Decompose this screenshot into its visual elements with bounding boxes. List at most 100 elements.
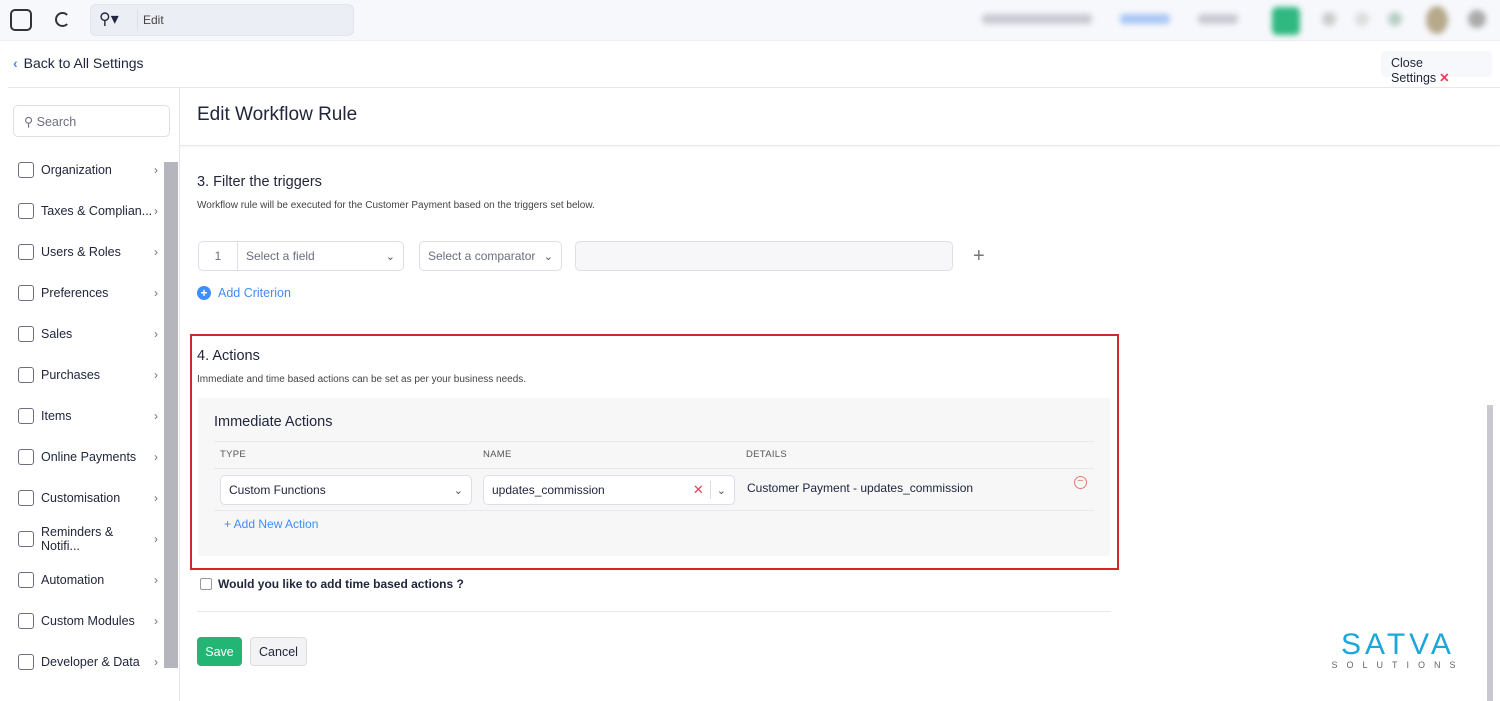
add-criterion-link[interactable]: + Add Criterion: [197, 286, 291, 300]
settings-icon[interactable]: [1388, 12, 1402, 26]
sidebar-scrollbar[interactable]: [164, 162, 178, 668]
preferences-icon: [18, 285, 34, 301]
chevron-right-icon: ›: [154, 368, 158, 382]
sidebar-item-label: Taxes & Complian...: [41, 204, 153, 218]
chevron-right-icon: ›: [154, 491, 158, 505]
chevron-left-icon: ‹: [13, 55, 18, 71]
new-button[interactable]: [1272, 7, 1300, 35]
sidebar-item[interactable]: Purchases ›: [18, 365, 158, 385]
column-type: TYPE: [220, 449, 247, 460]
menu-dropdown[interactable]: [1198, 14, 1238, 24]
add-criterion-label: Add Criterion: [218, 286, 291, 300]
time-based-label: Would you like to add time based actions…: [218, 577, 464, 591]
sidebar-item[interactable]: Items ›: [18, 406, 158, 426]
comparator-select[interactable]: Select a comparator ⌄: [419, 241, 562, 271]
action-type-select[interactable]: Custom Functions ⌄: [220, 475, 472, 505]
immediate-actions-heading: Immediate Actions: [214, 414, 333, 430]
chevron-right-icon: ›: [154, 163, 158, 177]
sidebar-item[interactable]: Taxes & Complian... ›: [18, 201, 158, 221]
chevron-right-icon: ›: [154, 409, 158, 423]
box-icon: [18, 408, 34, 424]
sidebar-item-label: Developer & Data: [41, 655, 140, 669]
sidebar-item-label: Organization: [41, 163, 112, 177]
action-name-select[interactable]: updates_commission ✕ ⌄: [483, 475, 735, 505]
plus-circle-icon: +: [197, 286, 211, 300]
bell-icon: [18, 531, 34, 547]
actions-heading: 4. Actions: [197, 348, 260, 364]
time-based-checkbox[interactable]: [200, 578, 212, 590]
chevron-right-icon: ›: [154, 245, 158, 259]
column-details: DETAILS: [746, 449, 787, 460]
field-select[interactable]: Select a field ⌄: [237, 241, 404, 271]
clear-icon[interactable]: ✕: [693, 482, 704, 498]
actions-subtitle: Immediate and time based actions can be …: [197, 374, 527, 385]
sidebar-item[interactable]: Sales ›: [18, 324, 158, 344]
sidebar-item-label: Customisation: [41, 491, 121, 505]
sidebar-item[interactable]: Reminders & Notifi... ›: [18, 525, 158, 553]
bag-icon: [18, 367, 34, 383]
sidebar-item-label: Users & Roles: [41, 245, 121, 259]
cancel-button[interactable]: Cancel: [250, 637, 307, 666]
main-scrollbar[interactable]: [1487, 405, 1493, 701]
sidebar-item-label: Custom Modules: [41, 614, 135, 628]
sidebar-item[interactable]: Online Payments ›: [18, 447, 158, 467]
top-bar: ⚲▾ Edit: [0, 0, 1500, 41]
chevron-down-icon: ⌄: [385, 250, 395, 263]
divider: [8, 87, 1500, 88]
apps-icon[interactable]: [1468, 10, 1486, 28]
org-name[interactable]: [982, 14, 1092, 24]
sidebar-item[interactable]: Organization ›: [18, 160, 158, 180]
sidebar-item-label: Preferences: [41, 286, 109, 300]
sidebar-item[interactable]: Automation ›: [18, 570, 158, 590]
add-row-icon[interactable]: +: [973, 245, 985, 268]
avatar[interactable]: [1426, 6, 1448, 34]
chevron-right-icon: ›: [154, 573, 158, 587]
value-input[interactable]: [575, 241, 953, 271]
search-icon[interactable]: ⚲▾: [99, 9, 119, 29]
global-search[interactable]: ⚲▾ Edit: [90, 4, 354, 36]
sidebar-search-input[interactable]: ⚲ Search: [13, 105, 170, 137]
cart-icon: [18, 326, 34, 342]
sidebar-divider: [179, 88, 180, 701]
field-placeholder: Select a field: [246, 249, 315, 263]
chevron-right-icon: ›: [154, 450, 158, 464]
sidebar-item-label: Purchases: [41, 368, 101, 382]
back-to-settings-link[interactable]: ‹ Back to All Settings: [13, 55, 144, 71]
satva-logo: SATVA SOLUTIONS: [1331, 628, 1465, 671]
chevron-down-icon[interactable]: ⌄: [717, 484, 726, 497]
users-icon: [18, 244, 34, 260]
header-divider: [180, 145, 1500, 146]
tax-icon: [18, 203, 34, 219]
row-number: 1: [214, 249, 222, 263]
add-new-action-link[interactable]: + Add New Action: [224, 517, 318, 531]
sidebar-item-label: Online Payments: [41, 450, 137, 464]
sidebar-item[interactable]: Users & Roles ›: [18, 242, 158, 262]
sidebar-item[interactable]: Preferences ›: [18, 283, 158, 303]
save-button[interactable]: Save: [197, 637, 242, 666]
help-icon[interactable]: [1355, 12, 1369, 26]
terminal-icon: [18, 654, 34, 670]
name-value: updates_commission: [492, 483, 605, 497]
history-icon[interactable]: [55, 12, 70, 27]
bolt-icon: [18, 572, 34, 588]
sidebar-item[interactable]: Custom Modules ›: [18, 611, 158, 631]
criterion-number: 1: [198, 241, 238, 271]
chevron-down-icon: ⌄: [543, 250, 553, 263]
immediate-actions-panel: Immediate Actions TYPE NAME DETAILS Cust…: [198, 398, 1110, 556]
remove-action-icon[interactable]: −: [1074, 476, 1087, 489]
notification-icon[interactable]: [1322, 12, 1336, 26]
sidebar-item[interactable]: Developer & Data ›: [18, 652, 158, 672]
type-value: Custom Functions: [229, 483, 326, 497]
column-name: NAME: [483, 449, 512, 460]
search-icon: ⚲: [24, 115, 34, 129]
close-settings-button[interactable]: Close Settings ✕: [1381, 51, 1492, 85]
close-icon: ✕: [1439, 71, 1450, 85]
divider: [197, 611, 1111, 612]
upgrade-link[interactable]: [1120, 14, 1170, 24]
chevron-right-icon: ›: [154, 655, 158, 669]
sidebar-item-label: Items: [41, 409, 72, 423]
app-logo-icon[interactable]: [10, 9, 32, 31]
building-icon: [18, 162, 34, 178]
sidebar-item[interactable]: Customisation ›: [18, 488, 158, 508]
search-input[interactable]: Edit: [143, 13, 164, 27]
